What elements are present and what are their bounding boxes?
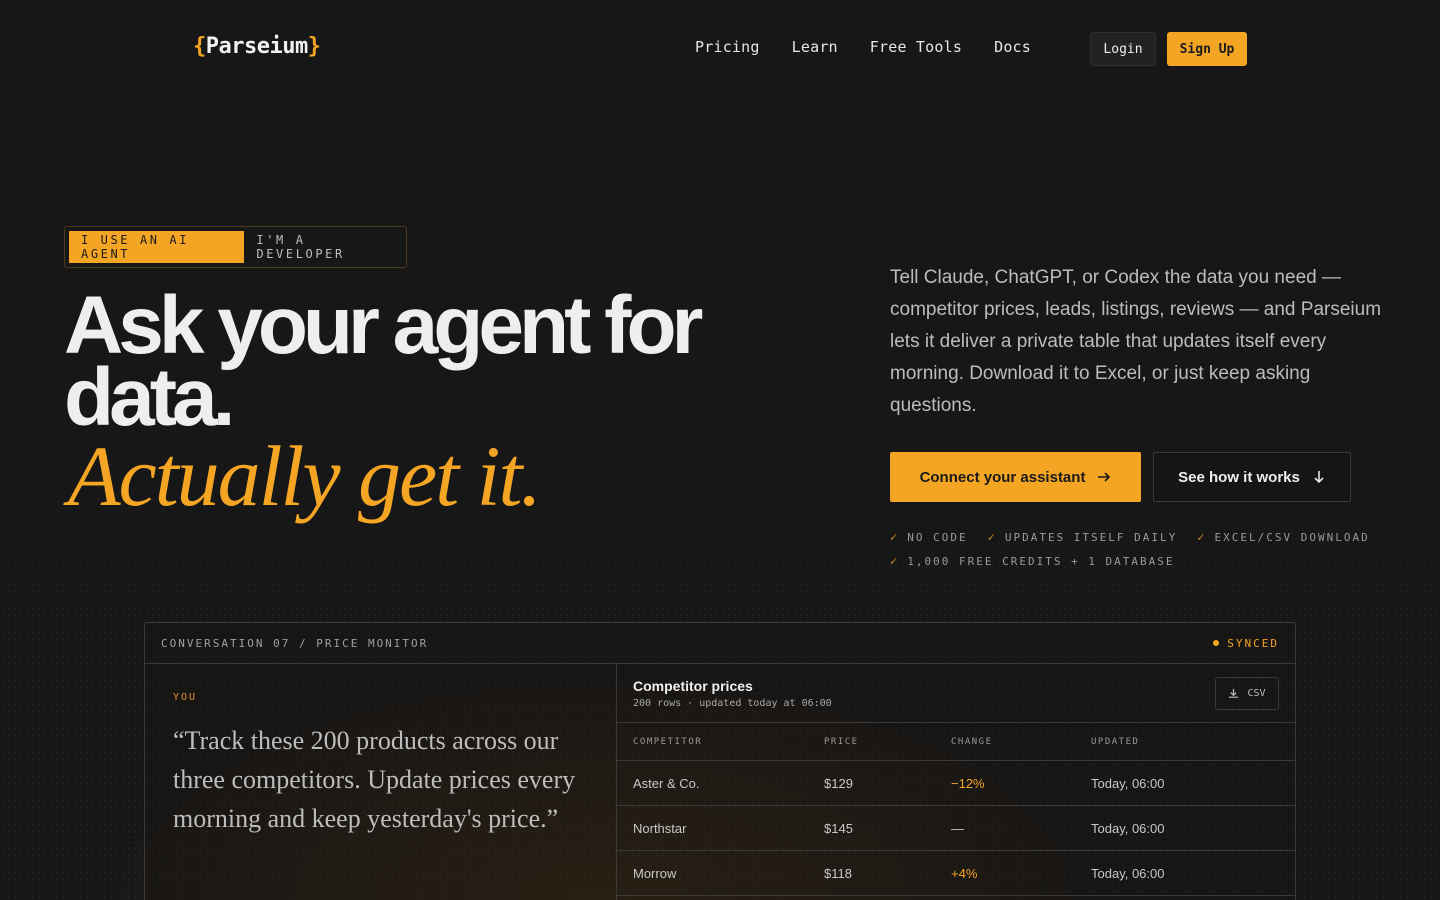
user-message: “Track these 200 products across our thr… <box>173 726 576 833</box>
table-row[interactable]: Morrow $118 +4% Today, 06:00 <box>617 851 1295 896</box>
nav-link-docs[interactable]: Docs <box>994 38 1031 56</box>
feature-item: ✓ UPDATES ITSELF DAILY <box>987 530 1178 544</box>
status-badge: SYNCED <box>1213 637 1279 650</box>
main-nav: Pricing Learn Free Tools Docs <box>695 38 1063 56</box>
table-column-headers: COMPETITOR PRICE CHANGE UPDATED <box>617 723 1295 761</box>
table-row[interactable]: Northstar $145 — Today, 06:00 <box>617 806 1295 851</box>
check-icon: ✓ <box>1197 530 1207 544</box>
column-header-change[interactable]: CHANGE <box>951 737 1091 747</box>
status-dot-icon <box>1213 640 1220 646</box>
download-icon <box>1228 688 1239 699</box>
arrow-right-icon <box>1097 470 1111 484</box>
csv-download-button[interactable]: CSV <box>1215 677 1279 710</box>
logo[interactable]: {Parseium} <box>193 34 321 59</box>
column-header-competitor[interactable]: COMPETITOR <box>633 737 824 747</box>
headline-line-2: data. <box>64 352 235 443</box>
feature-item: ✓ 1,000 FREE CREDITS + 1 DATABASE <box>890 554 1175 568</box>
table-title: Competitor prices <box>633 678 753 694</box>
hero-headline: Ask your agent for data. <box>64 285 784 443</box>
column-header-price[interactable]: PRICE <box>824 737 951 747</box>
check-icon: ✓ <box>987 530 997 544</box>
connect-assistant-label: Connect your assistant <box>919 468 1086 486</box>
feature-item: ✓ EXCEL/CSV DOWNLOAD <box>1197 530 1370 544</box>
nav-link-free-tools[interactable]: Free Tools <box>870 38 962 56</box>
toggle-ai-agent[interactable]: I USE AN AI AGENT <box>69 231 245 263</box>
toggle-developer[interactable]: I'M A DEVELOPER <box>244 233 402 261</box>
feature-item: ✓ NO CODE <box>890 530 968 544</box>
see-how-it-works-button[interactable]: See how it works <box>1153 452 1351 502</box>
see-how-label: See how it works <box>1178 468 1300 486</box>
table-header: Competitor prices 200 rows · updated tod… <box>617 664 1295 723</box>
panel-header: CONVERSATION 07 / PRICE MONITOR SYNCED <box>145 623 1295 664</box>
demo-panel: CONVERSATION 07 / PRICE MONITOR SYNCED Y… <box>144 622 1296 900</box>
speaker-label: YOU <box>173 692 198 703</box>
logo-text: Parseium <box>205 34 308 59</box>
connect-assistant-button[interactable]: Connect your assistant <box>890 452 1141 502</box>
check-icon: ✓ <box>890 530 900 544</box>
audience-toggle: I USE AN AI AGENT I'M A DEVELOPER <box>64 226 407 268</box>
panel-title: CONVERSATION 07 / PRICE MONITOR <box>161 636 429 650</box>
nav-link-pricing[interactable]: Pricing <box>695 38 760 56</box>
feature-list: ✓ NO CODE ✓ UPDATES ITSELF DAILY ✓ EXCEL/CS… <box>890 530 1390 568</box>
check-icon: ✓ <box>890 554 900 568</box>
table-row[interactable]: Aster & Co. $129 −12% Today, 06:00 <box>617 761 1295 806</box>
table-pane: Competitor prices 200 rows · updated tod… <box>617 664 1295 896</box>
table-subtitle: 200 rows · updated today at 06:00 <box>633 698 832 709</box>
column-header-updated[interactable]: UPDATED <box>1091 737 1291 747</box>
login-button[interactable]: Login <box>1090 32 1156 66</box>
arrow-down-icon <box>1312 470 1326 484</box>
nav-link-learn[interactable]: Learn <box>792 38 838 56</box>
conversation-pane: YOU “Track these 200 products across our… <box>145 664 617 900</box>
signup-button[interactable]: Sign Up <box>1167 32 1247 66</box>
hero-description: Tell Claude, ChatGPT, or Codex the data … <box>890 267 1382 416</box>
headline-italic: Actually get it. <box>68 428 542 524</box>
